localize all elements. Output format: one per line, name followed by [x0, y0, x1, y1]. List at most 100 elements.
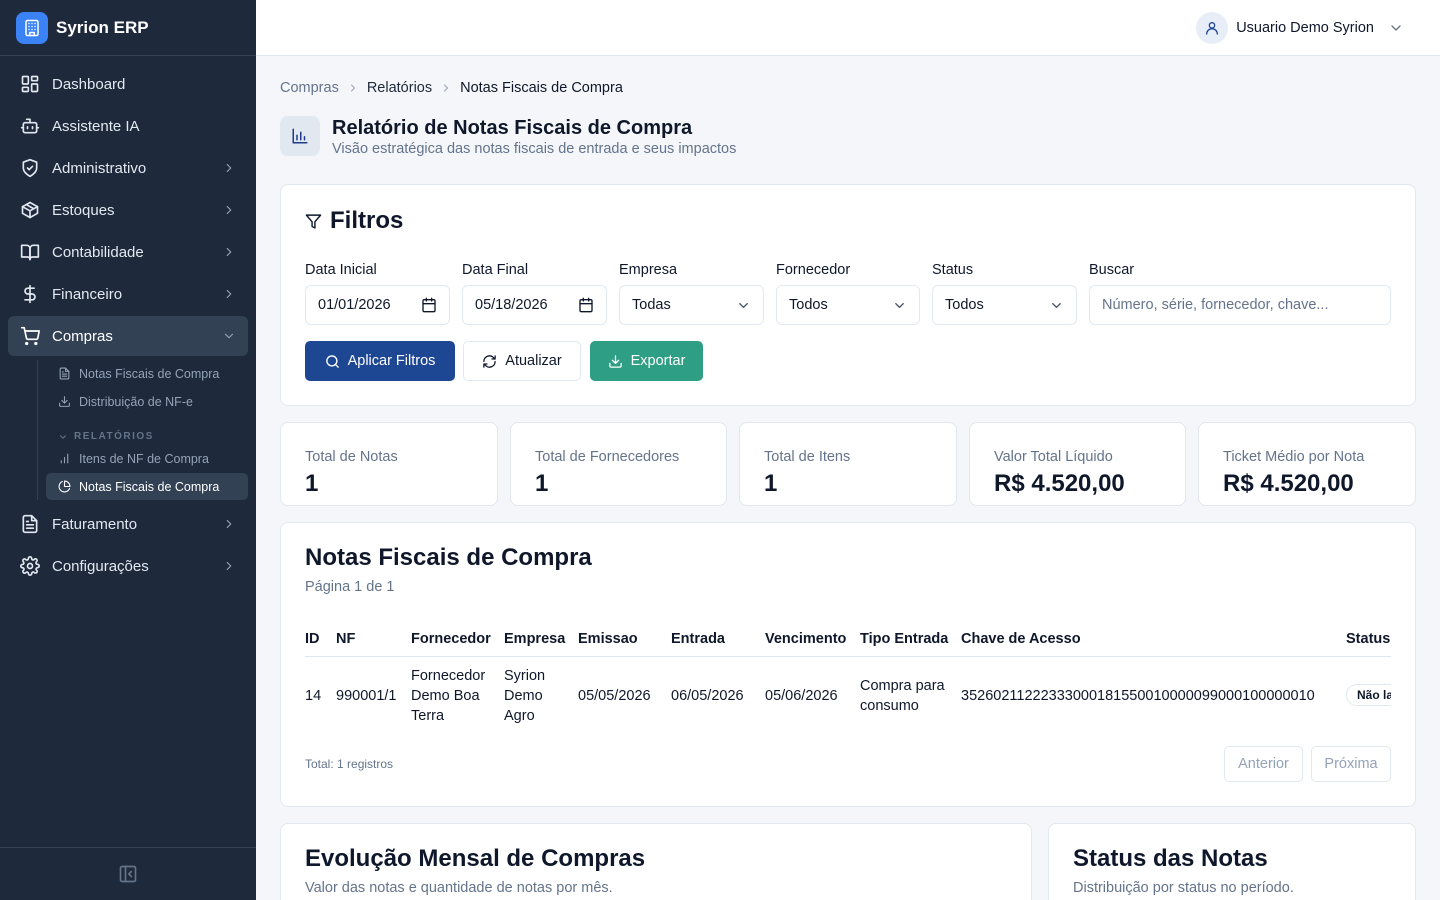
breadcrumb-relatorios[interactable]: Relatórios — [367, 80, 432, 96]
breadcrumb-compras[interactable]: Compras — [280, 80, 339, 96]
column-header[interactable]: Empresa — [504, 631, 565, 647]
subitem-label: Distribuição de NF-e — [79, 394, 193, 409]
stat-label: Total de Fornecedores — [535, 449, 680, 465]
fornecedor-value: Todos — [789, 297, 828, 313]
column-header[interactable]: Tipo Entrada — [860, 631, 948, 647]
top-header: Usuario Demo Syrion — [256, 0, 1440, 56]
table-scroll[interactable]: ID NF Fornecedor Empresa Emissao Entrada… — [305, 621, 1391, 731]
building-icon — [16, 11, 48, 44]
breadcrumb: Compras Relatórios Notas Fiscais de Comp… — [280, 80, 623, 96]
field-data-inicial: Data Inicial 01/01/2026 — [305, 262, 450, 325]
field-fornecedor: Fornecedor Todos — [776, 262, 920, 325]
empresa-label: Empresa — [619, 262, 678, 278]
data-inicial-input[interactable]: 01/01/2026 — [305, 285, 450, 325]
stat-total-itens: Total de Itens 1 — [739, 422, 957, 506]
previous-page-button[interactable]: Anterior — [1224, 746, 1303, 782]
fornecedor-select[interactable]: Todos — [776, 285, 920, 325]
page-subtitle: Visão estratégica das notas fiscais de e… — [332, 141, 737, 157]
sidebar-item-label: Financeiro — [52, 285, 123, 303]
search-input[interactable]: Número, série, fornecedor, chave... — [1089, 285, 1391, 325]
export-button[interactable]: Exportar — [590, 341, 703, 381]
sidebar-item-estoques[interactable]: Estoques — [8, 190, 248, 230]
field-data-final: Data Final 05/18/2026 — [462, 262, 607, 325]
filter-icon — [305, 213, 322, 229]
stat-label: Ticket Médio por Nota — [1223, 449, 1365, 465]
calendar-icon[interactable] — [421, 297, 437, 313]
sidebar-item-faturamento[interactable]: Faturamento — [8, 504, 248, 544]
chevron-down-icon — [1052, 302, 1061, 308]
empresa-value: Todas — [632, 297, 671, 313]
sidebar-item-label: Estoques — [52, 201, 115, 219]
subitem-notas-fiscais-compra[interactable]: Notas Fiscais de Compra — [46, 360, 248, 387]
next-page-button[interactable]: Próxima — [1311, 746, 1391, 782]
bar-chart-icon — [60, 453, 69, 464]
collapse-sidebar-icon[interactable] — [118, 864, 138, 884]
subitem-relatorio-notas-fiscais[interactable]: Notas Fiscais de Compra — [46, 473, 248, 500]
status-card: Status das Notas Distribuição por status… — [1048, 823, 1416, 900]
chevron-down-icon — [1391, 25, 1401, 31]
filters-title-text: Filtros — [330, 207, 404, 234]
column-header[interactable]: NF — [336, 631, 355, 647]
empresa-select[interactable]: Todas — [619, 285, 764, 325]
table-row[interactable]: 14 990001/1 Fornecedor Demo Boa Terra Sy… — [305, 658, 1391, 731]
brand-name: Syrion ERP — [56, 17, 149, 37]
status-label: Status — [932, 262, 974, 278]
search-icon — [325, 354, 339, 368]
sidebar-item-label: Configurações — [52, 557, 149, 575]
subitem-distribuicao-nfe[interactable]: Distribuição de NF-e — [46, 388, 248, 415]
brand[interactable]: Syrion ERP — [0, 0, 256, 56]
chevron-down-icon — [895, 302, 904, 308]
relatorios-section[interactable]: RELATÓRIOS — [46, 417, 248, 445]
stat-valor-total-liquido: Valor Total Líquido R$ 4.520,00 — [969, 422, 1186, 506]
field-empresa: Empresa Todas — [619, 262, 764, 325]
column-header[interactable]: Status — [1346, 631, 1390, 647]
sidebar-item-configuracoes[interactable]: Configurações — [8, 546, 248, 586]
column-header[interactable]: Entrada — [671, 631, 725, 647]
refresh-icon — [483, 354, 497, 368]
subitem-label: Itens de NF de Compra — [79, 451, 209, 466]
sidebar-item-label: Contabilidade — [52, 243, 144, 261]
filters-card: Filtros Data Inicial 01/01/2026 Data Fin… — [280, 184, 1416, 406]
subitem-label: Notas Fiscais de Compra — [79, 366, 220, 381]
chevron-down-icon — [59, 435, 67, 439]
apply-filters-label: Aplicar Filtros — [347, 353, 436, 369]
column-header[interactable]: Vencimento — [765, 631, 846, 647]
stat-value: 1 — [305, 470, 319, 497]
notas-table-card: Notas Fiscais de Compra Página 1 de 1 ID… — [280, 522, 1416, 807]
download-icon — [608, 354, 622, 368]
stat-total-notas: Total de Notas 1 — [280, 422, 498, 506]
column-header[interactable]: Chave de Acesso — [961, 631, 1081, 647]
sidebar-item-compras[interactable]: Compras — [8, 316, 248, 356]
sidebar-item-assistente-ia[interactable]: Assistente IA — [8, 106, 248, 146]
stat-value: R$ 4.520,00 — [1223, 470, 1354, 497]
calendar-icon[interactable] — [578, 297, 594, 313]
bot-icon — [20, 118, 40, 134]
avatar — [1196, 12, 1229, 44]
subitem-label: Notas Fiscais de Compra — [79, 479, 220, 494]
status-select[interactable]: Todos — [932, 285, 1077, 325]
sidebar-item-administrativo[interactable]: Administrativo — [8, 148, 248, 188]
data-final-input[interactable]: 05/18/2026 — [462, 285, 607, 325]
sidebar-item-contabilidade[interactable]: Contabilidade — [8, 232, 248, 272]
sidebar-item-financeiro[interactable]: Financeiro — [8, 274, 248, 314]
sidebar-item-dashboard[interactable]: Dashboard — [8, 64, 248, 104]
table-subtitle: Página 1 de 1 — [305, 579, 395, 595]
cell-fornecedor: Fornecedor Demo Boa Terra — [411, 668, 486, 724]
filters-title: Filtros — [305, 207, 403, 235]
field-buscar: Buscar Número, série, fornecedor, chave.… — [1089, 262, 1391, 325]
cell-empresa: Syrion Demo Agro — [504, 668, 546, 724]
column-header[interactable]: Fornecedor — [411, 631, 491, 647]
relatorios-label: RELATÓRIOS — [74, 431, 154, 442]
column-header[interactable]: Emissao — [578, 631, 638, 647]
stat-value: 1 — [764, 470, 778, 497]
chevron-right-icon — [226, 561, 232, 571]
apply-filters-button[interactable]: Aplicar Filtros — [305, 341, 455, 381]
refresh-button[interactable]: Atualizar — [463, 341, 581, 381]
subitem-itens-nf-compra[interactable]: Itens de NF de Compra — [46, 445, 248, 472]
column-header[interactable]: ID — [305, 631, 320, 647]
user-menu[interactable]: Usuario Demo Syrion — [1196, 12, 1404, 44]
sidebar-footer — [0, 847, 256, 900]
chevron-right-icon — [226, 519, 232, 529]
chevron-right-icon — [226, 163, 232, 173]
fornecedor-label: Fornecedor — [776, 262, 851, 278]
